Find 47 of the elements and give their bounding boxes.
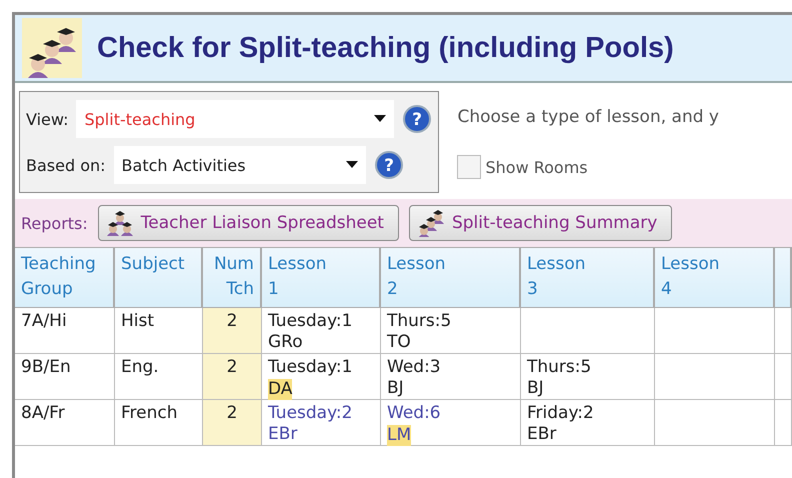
report-button[interactable]: Teacher Liaison Spreadsheet <box>98 205 399 241</box>
help-icon[interactable]: ? <box>402 104 432 134</box>
field-label: Based on: <box>26 156 106 174</box>
teacher-code: EBr <box>527 424 556 445</box>
help-icon[interactable]: ? <box>374 150 404 180</box>
lesson-time: Thurs:5 <box>387 311 452 332</box>
teacher-code: LM <box>387 425 412 446</box>
lesson-time: Tuesday:1 <box>268 357 352 378</box>
table-cell: 2 <box>203 354 262 400</box>
teacher-code: BJ <box>387 378 404 399</box>
checkbox-label[interactable]: Show Rooms <box>485 158 588 176</box>
dropdown-caret-icon <box>346 161 358 169</box>
teacher-code: GRo <box>268 332 303 353</box>
dropdown-field[interactable]: Split-teaching <box>76 100 394 138</box>
column-header[interactable]: Lesson 1 <box>262 248 381 308</box>
empty-cell <box>775 400 792 446</box>
lesson-time: Thurs:5 <box>527 357 592 378</box>
window-title: Check for Split-teaching (including Pools) <box>97 32 674 64</box>
column-header[interactable]: Lesson 2 <box>381 248 521 308</box>
teacher-code: TO <box>387 332 411 353</box>
hint-text: Choose a type of lesson, and y <box>457 107 719 127</box>
teacher-code: BJ <box>527 378 544 399</box>
column-header[interactable]: Lesson 3 <box>521 248 655 308</box>
teacher-code: EBr <box>268 424 298 445</box>
lesson-time: Wed:6 <box>387 403 441 424</box>
table-cell: 2 <box>203 400 262 446</box>
lesson-time: Tuesday:1 <box>268 311 352 332</box>
lesson-time: Tuesday:2 <box>268 403 352 424</box>
field-label: View: <box>26 110 68 128</box>
checkbox[interactable] <box>457 155 482 179</box>
column-header[interactable]: Num Tch <box>203 248 262 308</box>
table-cell: 9B/En <box>15 354 115 400</box>
column-header[interactable]: Lesson 4 <box>655 248 775 308</box>
dropdown-field[interactable]: Batch Activities <box>114 146 366 184</box>
table-cell: 7A/Hi <box>15 308 115 354</box>
table-cell: 2 <box>203 308 262 354</box>
lesson-time: Wed:3 <box>387 357 441 378</box>
report-button[interactable]: Split-teaching Summary <box>408 205 672 241</box>
reports-label: Reports: <box>21 214 88 232</box>
graduates-icon <box>21 18 83 78</box>
table-cell: 8A/Fr <box>15 400 115 446</box>
empty-cell <box>775 354 792 400</box>
column-header[interactable]: Teaching Group <box>15 248 115 308</box>
column-header[interactable]: Subject <box>115 248 203 308</box>
dropdown-caret-icon <box>374 115 386 123</box>
lesson-time: Friday:2 <box>527 403 594 424</box>
graduates-icon <box>104 209 135 237</box>
